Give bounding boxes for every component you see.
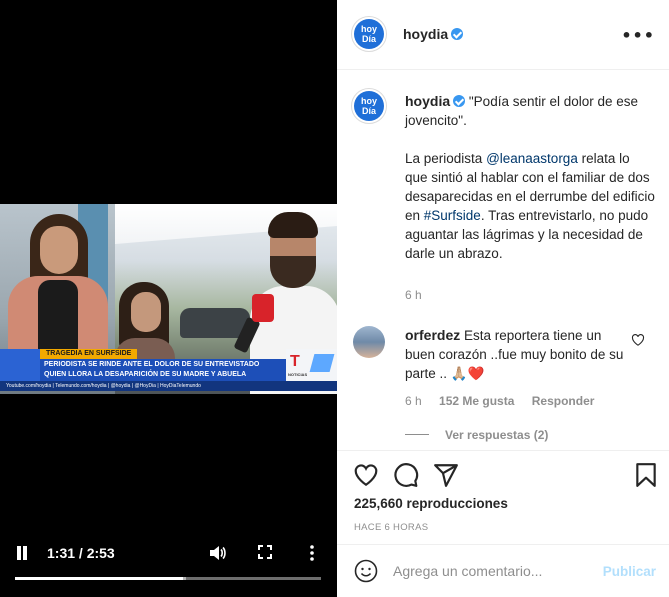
header-username[interactable]: hoydia [403, 26, 448, 42]
microphone [252, 294, 274, 322]
verified-icon [451, 28, 464, 40]
caption-avatar-text-2: Día [361, 106, 376, 116]
more-vertical-icon[interactable] [308, 544, 316, 562]
telemundo-logo: T [290, 353, 300, 370]
header-user: hoydia [403, 26, 464, 42]
post-sidebar: hoy Día hoydia ••• hoy Día hoydia "Podía s… [337, 0, 669, 597]
comment-bubble-icon[interactable] [393, 462, 419, 488]
comment-time: 6 h [405, 394, 422, 408]
like-heart-icon[interactable] [353, 462, 379, 488]
caption-hashtag-link[interactable]: #Surfside [424, 208, 481, 223]
views-count[interactable]: 225,660 reproducciones [354, 496, 508, 511]
comment-reply-button[interactable]: Responder [532, 394, 595, 408]
pause-icon[interactable] [16, 546, 28, 560]
avatar-text-1: hoy [360, 24, 377, 34]
video-progress-bar[interactable] [15, 577, 321, 580]
ticker-line-1: PERIODISTA SE RINDE ANTE EL DOLOR DE SU … [44, 361, 260, 368]
volume-icon[interactable] [208, 544, 226, 562]
video-time: 1:31 / 2:53 [47, 545, 115, 561]
comment-like-heart-icon[interactable] [631, 334, 645, 346]
caption-avatar-text-1: hoy [360, 96, 377, 106]
caption-mention-link[interactable]: @leanaastorga [486, 151, 578, 166]
caption-avatar[interactable]: hoy Día [351, 88, 387, 124]
ticker-tag: TRAGEDIA EN SURFSIDE [40, 349, 138, 359]
video-progress-fill [15, 577, 184, 580]
comment-composer: Publicar [337, 544, 669, 597]
telemundo-noticias-label: NOTICIAS [288, 372, 308, 377]
ticker-headline: PERIODISTA SE RINDE ANTE EL DOLOR DE SU … [40, 359, 286, 381]
ticker-socials: Youtube.com/hoydia | Telemundo.com/hoydi… [0, 381, 337, 391]
comment-likes[interactable]: 152 Me gusta [439, 394, 514, 408]
publish-button[interactable]: Publicar [603, 564, 656, 579]
post-age: HACE 6 HORAS [354, 522, 429, 533]
comment-meta: 6 h 152 Me gusta Responder [405, 394, 608, 408]
caption-body-before: La periodista [405, 151, 487, 166]
more-options-icon[interactable]: ••• [621, 26, 655, 45]
ticker-line-2: QUIEN LLORA LA DESAPARICIÓN DE SU MADRE … [44, 371, 247, 378]
share-send-icon[interactable] [433, 462, 459, 488]
bookmark-icon[interactable] [633, 462, 659, 488]
comment: orferdez Esta reportera tiene un buen co… [405, 326, 625, 383]
view-replies[interactable]: Ver respuestas (2) [405, 428, 548, 442]
replies-divider [405, 434, 429, 435]
video-player[interactable]: TRAGEDIA EN SURFSIDE PERIODISTA SE RINDE… [0, 0, 337, 597]
video-frame[interactable]: TRAGEDIA EN SURFSIDE PERIODISTA SE RINDE… [0, 204, 337, 394]
view-replies-label[interactable]: Ver respuestas (2) [445, 428, 548, 442]
caption-verified-icon [453, 95, 466, 107]
emoji-icon[interactable] [354, 559, 378, 583]
caption-time: 6 h [405, 288, 422, 302]
post-caption: hoydia "Podía sentir el dolor de ese jov… [405, 92, 655, 282]
post-actions [337, 450, 669, 500]
avatar[interactable]: hoy Día [351, 16, 387, 52]
ticker-left-block [0, 349, 40, 381]
avatar-text-2: Día [361, 34, 376, 44]
comment-input[interactable] [393, 560, 593, 582]
video-progress-buffered [183, 577, 187, 580]
comment-avatar[interactable] [353, 326, 385, 358]
caption-username[interactable]: hoydia [405, 93, 450, 109]
fullscreen-icon[interactable] [258, 545, 272, 559]
video-controls: 1:31 / 2:53 [0, 538, 337, 578]
comment-username[interactable]: orferdez [405, 327, 460, 343]
post-header: hoy Día hoydia ••• [337, 0, 669, 70]
